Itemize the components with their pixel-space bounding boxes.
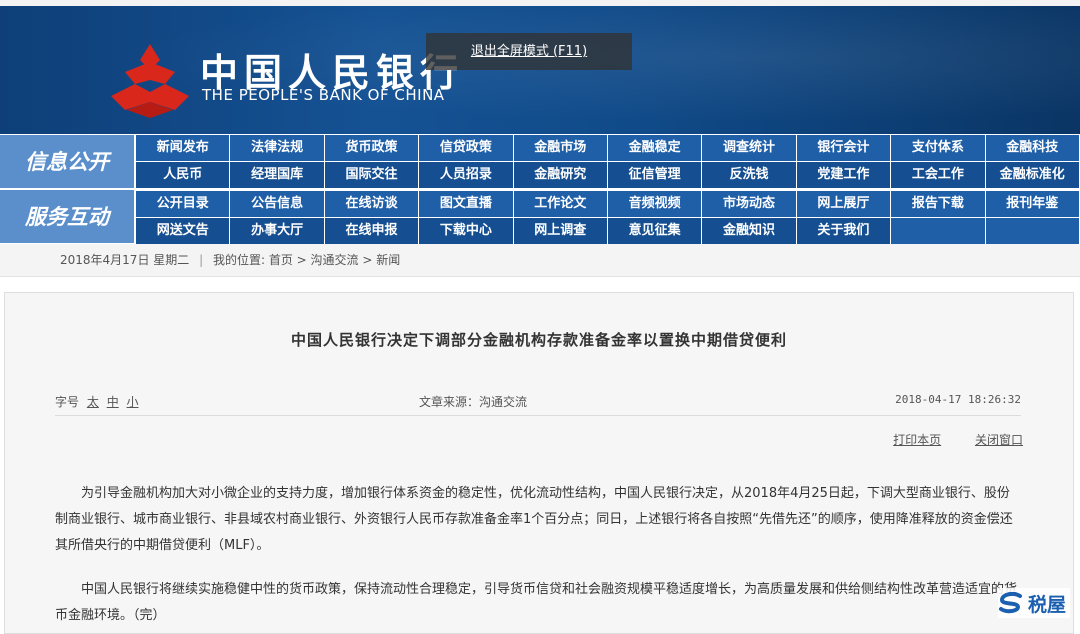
article-panel: 中国人民银行决定下调部分金融机构存款准备金率以置换中期借贷便利 字号 太 中 小… [4,292,1074,634]
article-meta: 字号 太 中 小 文章来源：沟通交流 2018-04-17 18:26:32 [55,393,1021,416]
nav-item-about-us[interactable]: 关于我们 [796,218,891,244]
nav-item-online-filing[interactable]: 在线申报 [324,218,419,244]
nav-item-report-download[interactable]: 报告下载 [891,191,985,217]
nav-item-international[interactable]: 国际交往 [324,162,419,188]
nav-item-recruitment[interactable]: 人员招录 [419,162,513,188]
nav-item-service-hall[interactable]: 办事大厅 [230,218,324,244]
nav-item-feedback[interactable]: 意见征集 [607,218,702,244]
nav-item-announcements[interactable]: 公告信息 [230,191,324,217]
nav-item-treasury[interactable]: 经理国库 [230,162,324,188]
nav-item-interviews[interactable]: 在线访谈 [324,191,419,217]
breadcrumb-path[interactable]: 首页 > 沟通交流 > 新闻 [269,253,400,267]
font-size-small-link[interactable]: 小 [127,395,139,409]
main-navigation: 信息公开 服务互动 新闻发布 法律法规 货币政策 信贷政策 金融市场 金融稳定 … [0,134,1080,244]
nav-section-info-disclosure[interactable]: 信息公开 [0,135,134,188]
nav-item-exhibition[interactable]: 网上展厅 [796,191,891,217]
font-size-large-link[interactable]: 太 [87,395,99,409]
nav-item-financial-knowledge[interactable]: 金融知识 [702,218,796,244]
watermark: 税屋 [998,588,1071,618]
article-source: 文章来源：沟通交流 [419,395,528,409]
nav-item-working-papers[interactable]: 工作论文 [513,191,607,217]
font-size-medium-link[interactable]: 中 [107,395,119,409]
breadcrumb-label: 我的位置: [212,253,266,267]
nav-grid: 新闻发布 法律法规 货币政策 信贷政策 金融市场 金融稳定 调查统计 银行会计 … [136,135,1080,245]
watermark-logo-icon [999,592,1022,614]
print-page-link[interactable]: 打印本页 [893,433,941,447]
nav-section-service-interaction[interactable]: 服务互动 [0,190,134,243]
nav-item-catalog[interactable]: 公开目录 [136,191,230,217]
nav-item-media[interactable]: 音频视频 [607,191,702,217]
breadcrumb-separator: | [199,253,204,267]
nav-item-statistics[interactable]: 调查统计 [702,135,796,161]
nav-row: 新闻发布 法律法规 货币政策 信贷政策 金融市场 金融稳定 调查统计 银行会计 … [136,135,1080,161]
article-paragraph: 中国人民银行将继续实施稳健中性的货币政策，保持流动性合理稳定，引导货币信贷和社会… [55,582,1018,623]
nav-item-empty [891,218,985,244]
nav-item-credit-reference[interactable]: 征信管理 [607,162,702,188]
nav-item-standardization[interactable]: 金融标准化 [985,162,1079,188]
nav-item-documents[interactable]: 网送文告 [136,218,230,244]
article-datetime: 2018-04-17 18:26:32 [895,393,1021,406]
nav-item-rmb[interactable]: 人民币 [136,162,230,188]
breadcrumb: 2018年4月17日 星期二 | 我的位置: 首页 > 沟通交流 > 新闻 [0,244,1080,277]
exit-fullscreen-tip[interactable]: 退出全屏模式 (F11) [426,33,632,70]
article-tools: 打印本页 关闭窗口 [863,431,1023,448]
header-banner: 中国人民银行 THE PEOPLE'S BANK OF CHINA 退出全屏模式… [0,6,1080,134]
nav-item-laws[interactable]: 法律法规 [230,135,324,161]
nav-item-union[interactable]: 工会工作 [891,162,985,188]
nav-row: 人民币 经理国库 国际交往 人员招录 金融研究 征信管理 反洗钱 党建工作 工会… [136,162,1080,188]
close-window-link[interactable]: 关闭窗口 [975,433,1023,447]
nav-item-anti-money-laundering[interactable]: 反洗钱 [702,162,796,188]
nav-item-survey[interactable]: 网上调查 [513,218,607,244]
nav-item-party-building[interactable]: 党建工作 [796,162,891,188]
nav-item-market-news[interactable]: 市场动态 [702,191,796,217]
nav-item-financial-market[interactable]: 金融市场 [513,135,607,161]
watermark-text: 税屋 [1028,593,1067,616]
article-paragraph: 为引导金融机构加大对小微企业的支持力度，增加银行体系资金的稳定性，优化流动性结构… [55,486,1013,553]
pboc-logo-icon[interactable] [105,40,195,120]
font-size-label: 字号 [55,395,80,409]
nav-item-fintech[interactable]: 金融科技 [985,135,1079,161]
nav-item-yearbook[interactable]: 报刊年鉴 [985,191,1079,217]
nav-row: 网送文告 办事大厅 在线申报 下载中心 网上调查 意见征集 金融知识 关于我们 [136,218,1080,244]
nav-item-bank-accounting[interactable]: 银行会计 [796,135,891,161]
nav-item-download-center[interactable]: 下载中心 [419,218,513,244]
bank-name-en: THE PEOPLE'S BANK OF CHINA [202,86,445,104]
nav-item-financial-stability[interactable]: 金融稳定 [607,135,702,161]
nav-item-research[interactable]: 金融研究 [513,162,607,188]
nav-item-live[interactable]: 图文直播 [419,191,513,217]
nav-item-credit-policy[interactable]: 信贷政策 [419,135,513,161]
nav-row: 公开目录 公告信息 在线访谈 图文直播 工作论文 音频视频 市场动态 网上展厅 … [136,191,1080,217]
article-title: 中国人民银行决定下调部分金融机构存款准备金率以置换中期借贷便利 [290,331,787,349]
nav-item-payment-system[interactable]: 支付体系 [891,135,985,161]
nav-item-empty [985,218,1079,244]
current-date: 2018年4月17日 星期二 [60,253,190,267]
nav-item-monetary-policy[interactable]: 货币政策 [324,135,419,161]
font-size-controls: 字号 太 中 小 [55,393,139,410]
nav-item-news[interactable]: 新闻发布 [136,135,230,161]
